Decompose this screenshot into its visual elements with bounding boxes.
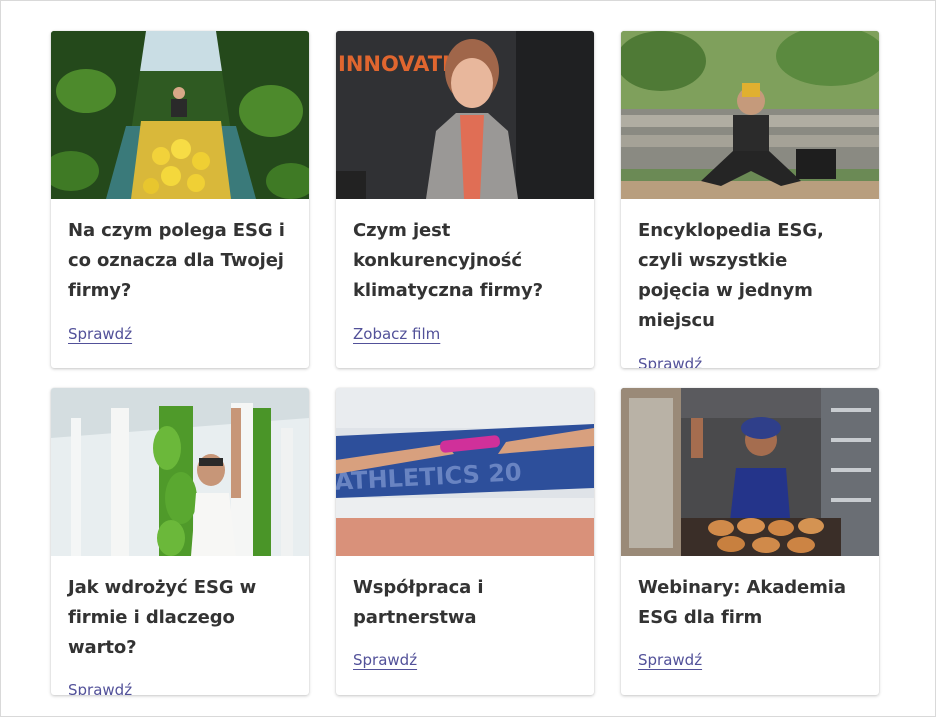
card-title[interactable]: Czym jest konkurencyjność klimatyczna fi… [353, 216, 577, 306]
article-card[interactable]: Encyklopedia ESG, czyli wszystkie pojęci… [621, 31, 879, 368]
card-link[interactable]: Sprawdź [353, 651, 417, 669]
bakery-chef-photo[interactable] [621, 388, 879, 556]
relay-baton-photo[interactable]: ATHLETICS 20 [336, 388, 594, 556]
woman-bench-reading-photo[interactable] [621, 31, 879, 199]
card-link[interactable]: Sprawdź [638, 355, 702, 368]
card-link[interactable]: Zobacz film [353, 325, 440, 343]
card-title[interactable]: Współpraca i partnerstwa [353, 573, 577, 633]
article-card[interactable]: ATHLETICS 20 Współpraca i partnerstwa Sp… [336, 388, 594, 695]
card-title[interactable]: Webinary: Akademia ESG dla firm [638, 573, 862, 633]
article-card[interactable]: Webinary: Akademia ESG dla firm Sprawdź [621, 388, 879, 695]
greenhouse-peppers-photo[interactable] [51, 31, 309, 199]
card-title[interactable]: Encyklopedia ESG, czyli wszystkie pojęci… [638, 216, 862, 336]
card-link[interactable]: Sprawdź [638, 651, 702, 669]
vertical-farm-photo[interactable] [51, 388, 309, 556]
card-title[interactable]: Jak wdrożyć ESG w firmie i dlaczego wart… [68, 573, 292, 663]
article-card[interactable]: Na czym polega ESG i co oznacza dla Twoj… [51, 31, 309, 368]
articles-grid: Na czym polega ESG i co oznacza dla Twoj… [51, 31, 879, 695]
card-link[interactable]: Sprawdź [68, 681, 132, 695]
woman-innovation-photo[interactable]: INNOVATION [336, 31, 594, 199]
article-card[interactable]: INNOVATION Czym jest konkurencyjność kli… [336, 31, 594, 368]
card-title[interactable]: Na czym polega ESG i co oznacza dla Twoj… [68, 216, 292, 306]
article-card[interactable]: Jak wdrożyć ESG w firmie i dlaczego wart… [51, 388, 309, 695]
card-link[interactable]: Sprawdź [68, 325, 132, 343]
